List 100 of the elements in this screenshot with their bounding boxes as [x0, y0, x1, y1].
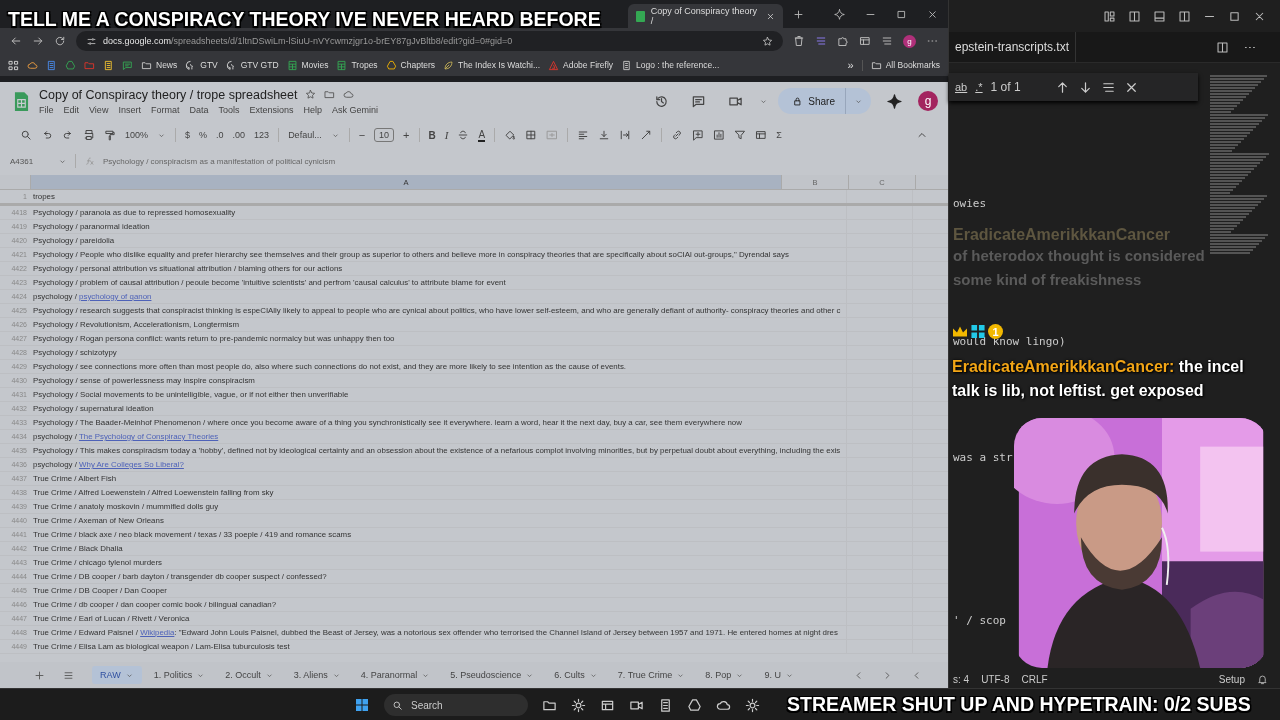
- sparkle-icon[interactable]: [887, 93, 902, 109]
- forward-icon[interactable]: [32, 35, 44, 47]
- sheet-tab[interactable]: 3. Aliens: [285, 666, 349, 684]
- layout-icon[interactable]: [1103, 9, 1116, 23]
- borders-icon[interactable]: [525, 129, 538, 141]
- split-editor-icon[interactable]: [1216, 40, 1229, 54]
- reload-icon[interactable]: [54, 35, 66, 47]
- calendar-icon[interactable]: [46, 59, 57, 71]
- phone-icon[interactable]: [122, 59, 133, 71]
- increase-size-button[interactable]: +: [403, 129, 410, 141]
- search-icon[interactable]: [20, 129, 32, 141]
- maximize-icon[interactable]: [1228, 9, 1241, 23]
- decrease-size-button[interactable]: −: [358, 129, 366, 141]
- star-icon[interactable]: [762, 35, 773, 47]
- text-color-button[interactable]: A: [478, 128, 486, 142]
- windows-logo-icon[interactable]: [354, 697, 370, 713]
- number-format-button[interactable]: 123: [254, 130, 270, 140]
- sheet-tab[interactable]: RAW: [92, 666, 142, 684]
- status-item[interactable]: CRLF: [1021, 673, 1048, 685]
- bookmark[interactable]: GTV: [185, 59, 218, 71]
- menu-item[interactable]: Tools: [218, 104, 240, 115]
- name-box[interactable]: A4361: [10, 156, 50, 166]
- more-bookmarks-button[interactable]: »: [847, 59, 854, 71]
- window-icon[interactable]: [859, 35, 871, 47]
- menu-item[interactable]: File: [39, 104, 54, 115]
- profile-avatar[interactable]: g: [903, 34, 916, 48]
- triangle-icon[interactable]: [65, 59, 76, 71]
- bookmark[interactable]: The Index Is Watchi...: [443, 59, 540, 71]
- undo-icon[interactable]: [41, 129, 53, 141]
- menu-item[interactable]: Edit: [63, 104, 80, 115]
- redo-icon[interactable]: [62, 129, 74, 141]
- chart-icon[interactable]: [713, 129, 726, 141]
- font-dropdown[interactable]: Defaul...: [288, 130, 322, 140]
- sheet-tab[interactable]: 5. Pseudoscience: [442, 666, 543, 684]
- bookmark[interactable]: News: [141, 59, 178, 71]
- bookmark[interactable]: Logo : the reference...: [621, 59, 720, 71]
- sheet-tab[interactable]: 6. Cults: [546, 666, 606, 684]
- status-item[interactable]: Setup: [1218, 673, 1245, 685]
- sidebar-icon[interactable]: [1178, 9, 1191, 23]
- zoom-dropdown[interactable]: 100%: [125, 130, 149, 140]
- number-format-button[interactable]: .00: [232, 130, 246, 140]
- profile-avatar[interactable]: g: [918, 91, 938, 111]
- status-item[interactable]: UTF-8: [981, 673, 1010, 685]
- new-tab-icon[interactable]: [793, 8, 804, 20]
- app-icon[interactable]: [745, 697, 760, 713]
- back-icon[interactable]: [10, 35, 22, 47]
- menu-item[interactable]: Help: [303, 104, 322, 115]
- link-icon[interactable]: [671, 129, 684, 141]
- panel-icon[interactable]: [1153, 9, 1166, 23]
- all-sheets-icon[interactable]: [63, 669, 74, 681]
- bookmark[interactable]: Chapters: [385, 59, 436, 71]
- sheet-tab[interactable]: 8. Pop: [697, 666, 753, 684]
- menu-item[interactable]: Ask Gemini: [332, 104, 378, 115]
- formula-field[interactable]: Psychology / conspiracism as a manifestation of political cynicism: [103, 156, 336, 166]
- sparkle-icon[interactable]: [834, 8, 845, 20]
- strikethrough-icon[interactable]: [457, 129, 470, 141]
- menu-item[interactable]: Data: [189, 104, 209, 115]
- bookmark[interactable]: GTV GTD: [225, 59, 279, 71]
- puzzle-icon[interactable]: [837, 35, 849, 47]
- align-icon[interactable]: [577, 129, 590, 141]
- star-icon[interactable]: [305, 89, 317, 100]
- menu-item[interactable]: Extensions: [249, 104, 294, 115]
- app-icon[interactable]: [658, 697, 673, 713]
- bookmark[interactable]: Tropes: [336, 59, 378, 71]
- menu-item[interactable]: View: [89, 104, 109, 115]
- print-icon[interactable]: [83, 129, 95, 141]
- font-size-field[interactable]: 10: [374, 128, 395, 142]
- number-format-button[interactable]: .0: [216, 130, 224, 140]
- comment-icon[interactable]: [691, 93, 707, 109]
- bookmark[interactable]: Movies: [286, 59, 329, 71]
- cloud-icon[interactable]: [27, 59, 38, 71]
- find-option-toggle[interactable]: ab: [955, 81, 968, 93]
- close-icon[interactable]: [927, 8, 938, 20]
- find-option-toggle[interactable]: .*: [975, 81, 983, 93]
- history-icon[interactable]: [654, 93, 670, 109]
- list-icon[interactable]: [881, 35, 893, 47]
- table-icon[interactable]: [755, 129, 768, 141]
- browser-tab[interactable]: Copy of Conspiracy theory /: [628, 4, 783, 28]
- sheet-tab[interactable]: 2. Occult: [217, 666, 282, 684]
- comment-icon[interactable]: [692, 129, 705, 141]
- sheet-tab[interactable]: 4. Paranormal: [352, 666, 439, 684]
- number-format-button[interactable]: %: [199, 130, 208, 140]
- all-bookmarks[interactable]: All Bookmarks: [861, 59, 940, 71]
- paint-format-icon[interactable]: [104, 129, 116, 141]
- wrap-icon[interactable]: [619, 129, 632, 141]
- sheet-tab[interactable]: 7. True Crime: [609, 666, 694, 684]
- maximize-icon[interactable]: [896, 8, 907, 20]
- number-format-button[interactable]: $: [185, 130, 191, 140]
- note-icon[interactable]: [103, 59, 114, 71]
- bell-icon[interactable]: [1257, 673, 1268, 685]
- bold-button[interactable]: B: [428, 129, 436, 141]
- apps-icon[interactable]: [8, 59, 19, 71]
- sheet-tab[interactable]: 9. U: [756, 666, 802, 684]
- vertical-align-icon[interactable]: [598, 129, 611, 141]
- search-field[interactable]: Search: [384, 694, 528, 716]
- fill-color-icon[interactable]: [504, 129, 517, 141]
- status-item[interactable]: s: 4: [953, 673, 970, 685]
- document-title[interactable]: Copy of Conspiracy theory / trope spreadsheet: [39, 87, 298, 102]
- add-sheet-icon[interactable]: [34, 669, 45, 681]
- functions-button[interactable]: Σ: [776, 130, 782, 140]
